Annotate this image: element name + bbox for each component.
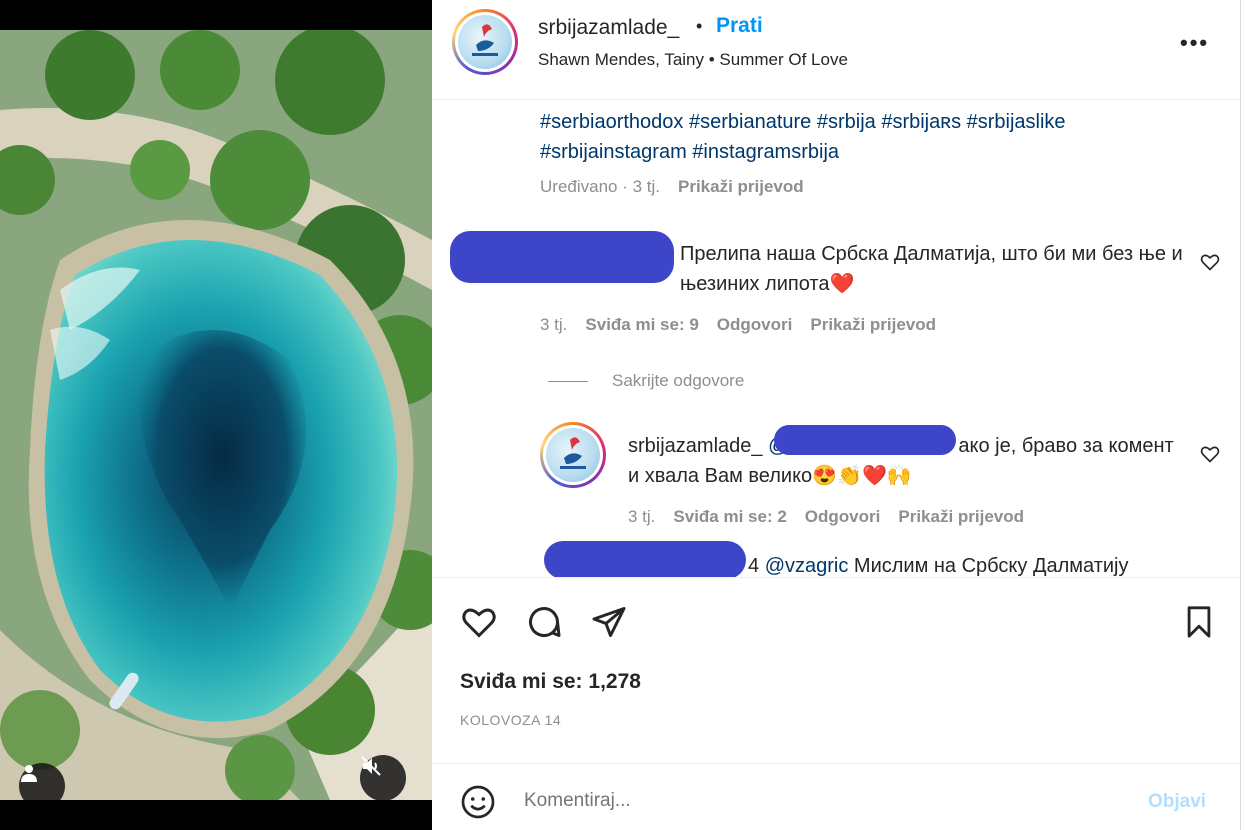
muted-speaker-icon	[361, 756, 381, 776]
person-tag-icon	[21, 765, 37, 782]
likes-count[interactable]: Sviđa mi se: 1,278	[460, 670, 641, 694]
redacted-mention	[774, 425, 956, 455]
like-comment-icon[interactable]	[1200, 444, 1220, 464]
comment-age: 3 tj.	[540, 315, 568, 334]
post-actions: Sviđa mi se: 1,278 KOLOVOZA 14	[432, 577, 1240, 763]
comment-text: Прелипа наша Србска Далматија, што би ми…	[680, 243, 1183, 295]
reply-mention[interactable]: @vzagric	[765, 555, 849, 577]
share-icon[interactable]	[590, 604, 628, 640]
translate-link[interactable]: Prikaži prijevod	[898, 507, 1024, 526]
username-link[interactable]: srbijazamlade_	[538, 16, 679, 40]
more-options-button[interactable]: •••	[1180, 30, 1209, 56]
caption-translate-link[interactable]: Prikaži prijevod	[678, 177, 804, 196]
reply-username-suffix: 4	[748, 555, 760, 577]
replies-divider	[548, 381, 588, 382]
reply-text: 4 @vzagric Мислим на Србску Далматију	[748, 551, 1208, 577]
post-video[interactable]	[0, 30, 432, 800]
comment-composer: Objavi	[432, 763, 1240, 830]
reply-age: 3 tj.	[628, 507, 656, 526]
comment-likes[interactable]: Sviđa mi se: 9	[585, 315, 698, 334]
lake-aerial-image	[0, 30, 432, 800]
reply-button[interactable]: Odgovori	[805, 507, 881, 526]
translate-link[interactable]: Prikaži prijevod	[810, 315, 936, 334]
heart-icon[interactable]	[460, 604, 498, 640]
redacted-avatar-username	[450, 231, 674, 283]
separator-dot: •	[696, 16, 703, 36]
scrollbar[interactable]	[1240, 0, 1245, 830]
profile-logo-icon	[560, 437, 586, 469]
instagram-post-modal: srbijazamlade_ • Prati Shawn Mendes, Tai…	[0, 0, 1245, 830]
reply-button[interactable]: Odgovori	[717, 315, 793, 334]
reply-meta: 3 tj. Sviđa mi se: 2 Odgovori Prikaži prije…	[628, 507, 1024, 527]
comment-input[interactable]	[524, 790, 1084, 812]
comments-section[interactable]: #serbiaorthodox #serbianature #srbija #s…	[432, 101, 1240, 577]
follow-button[interactable]: Prati	[716, 14, 763, 38]
reply-body: Мислим на Србску Далматију	[853, 555, 1129, 577]
redacted-username	[544, 541, 746, 577]
profile-logo-icon	[472, 24, 498, 56]
hide-replies-button[interactable]: Sakrijte odgovore	[612, 371, 744, 391]
emoji-icon[interactable]	[460, 784, 496, 820]
caption-meta: Uređivano · 3 tj. Prikaži prijevod	[540, 177, 804, 197]
like-comment-icon[interactable]	[1200, 252, 1220, 272]
avatar[interactable]	[540, 422, 606, 488]
comment-icon[interactable]	[525, 604, 563, 640]
caption-hashtags[interactable]: #serbiaorthodox #serbianature #srbija #s…	[540, 107, 1180, 167]
bookmark-icon[interactable]	[1182, 604, 1216, 640]
avatar[interactable]	[452, 9, 518, 75]
reply-likes[interactable]: Sviđa mi se: 2	[673, 507, 786, 526]
reply-username[interactable]: srbijazamlade_	[628, 435, 763, 457]
caption-edited: Uređivano · 3 tj.	[540, 177, 660, 196]
post-header: srbijazamlade_ • Prati Shawn Mendes, Tai…	[432, 0, 1240, 100]
audio-attribution-link[interactable]: Shawn Mendes, Tainy • Summer Of Love	[538, 50, 848, 70]
post-details-panel: srbijazamlade_ • Prati Shawn Mendes, Tai…	[432, 0, 1240, 830]
post-comment-button[interactable]: Objavi	[1148, 791, 1206, 813]
comment-meta: 3 tj. Sviđa mi se: 9 Odgovori Prikaži prije…	[540, 315, 936, 335]
post-date: KOLOVOZA 14	[460, 712, 562, 728]
audio-mute-button[interactable]	[360, 755, 406, 800]
